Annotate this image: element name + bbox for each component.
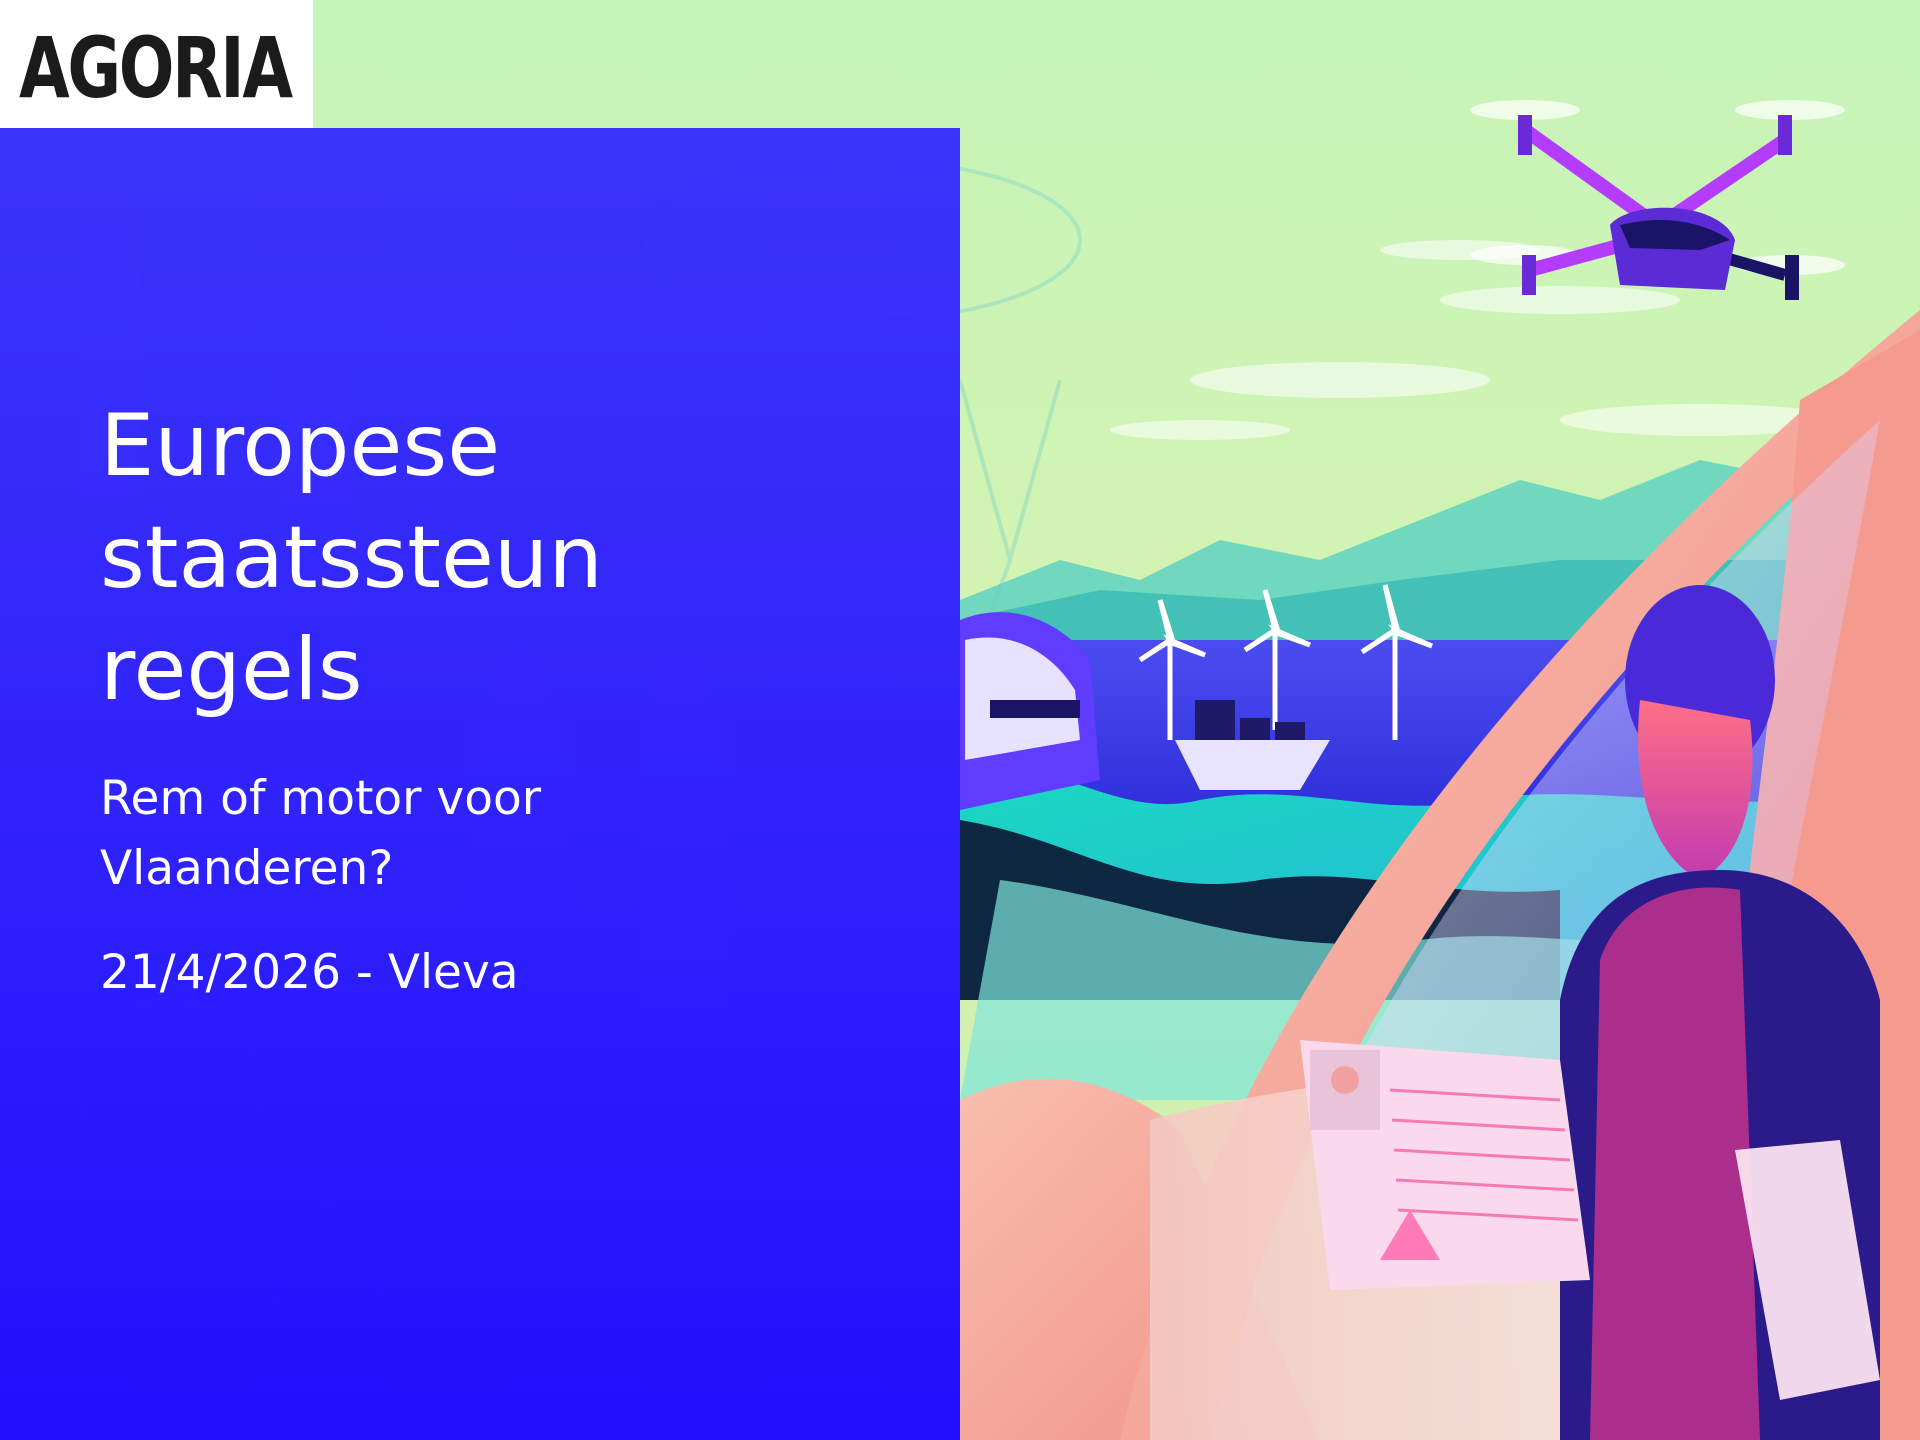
slide-subtitle: Rem of motor voor Vlaanderen? <box>100 764 920 904</box>
subtitle-line: Rem of motor voor <box>100 771 542 826</box>
title-block: Europese staatssteun regels Rem of motor… <box>100 390 920 1008</box>
tablet-icon <box>1300 1040 1590 1290</box>
date-location: 21/4/2026 - Vleva <box>100 945 519 1000</box>
title-line: staatssteun <box>100 508 603 608</box>
logo-text: AGORIA <box>19 19 293 117</box>
title-line: Europese <box>100 396 501 496</box>
subtitle-line: Vlaanderen? <box>100 841 394 896</box>
title-slide: AGORIA Europese staatssteun regels Rem o… <box>0 0 1920 1440</box>
title-line: regels <box>100 620 363 720</box>
agoria-logo: AGORIA <box>0 0 313 128</box>
slide-title: Europese staatssteun regels <box>100 390 920 726</box>
